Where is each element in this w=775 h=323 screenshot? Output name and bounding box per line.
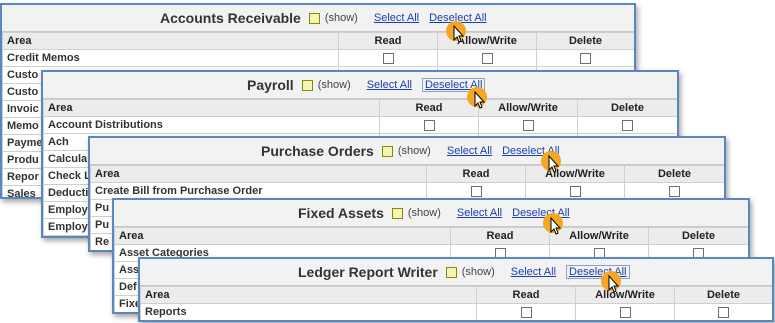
permissions-table: Area Read Allow/Write Delete Reports: [140, 286, 772, 320]
panel-header: Accounts Receivable (show) Select All De…: [2, 5, 634, 32]
read-cell: [338, 49, 438, 67]
panel-header: Purchase Orders (show) Select All Desele…: [90, 138, 724, 165]
table-row: Account Distributions: [43, 116, 677, 134]
read-checkbox[interactable]: [382, 52, 394, 64]
panel-toggle-checkbox[interactable]: [308, 12, 320, 24]
table-row: Create Bill from Purchase Order: [90, 182, 724, 200]
panel-title: Ledger Report Writer: [298, 264, 438, 280]
column-header-read: Read: [450, 227, 550, 245]
column-header-area: Area: [2, 32, 339, 50]
write-cell: [525, 182, 625, 200]
panel-title: Accounts Receivable: [160, 10, 301, 26]
area-label: Reports: [140, 303, 477, 320]
column-header-delete: Delete: [624, 165, 724, 183]
column-header-write: Allow/Write: [525, 165, 625, 183]
table-row: Credit Memos: [2, 49, 634, 67]
column-header-write: Allow/Write: [575, 286, 675, 304]
panel-header: Ledger Report Writer (show) Select All D…: [140, 259, 772, 286]
column-header-write: Allow/Write: [478, 99, 578, 117]
show-toggle[interactable]: (show): [462, 266, 495, 278]
write-checkbox[interactable]: [569, 185, 581, 197]
delete-cell: [536, 49, 634, 67]
select-all-link[interactable]: Select All: [511, 266, 556, 278]
column-header-delete: Delete: [536, 32, 634, 50]
deselect-all-link[interactable]: Deselect All: [502, 145, 559, 157]
delete-cell: [624, 182, 724, 200]
panel-toggle-checkbox[interactable]: [301, 79, 313, 91]
read-cell: [379, 116, 479, 134]
column-header-delete: Delete: [674, 286, 772, 304]
delete-checkbox[interactable]: [669, 185, 680, 197]
show-toggle[interactable]: (show): [325, 12, 358, 24]
column-header-read: Read: [338, 32, 438, 50]
select-all-link[interactable]: Select All: [367, 79, 412, 91]
delete-checkbox[interactable]: [580, 52, 591, 64]
delete-cell: [674, 303, 772, 320]
show-toggle[interactable]: (show): [408, 207, 441, 219]
write-checkbox[interactable]: [481, 52, 493, 64]
select-all-link[interactable]: Select All: [457, 207, 502, 219]
column-header-area: Area: [43, 99, 380, 117]
select-all-link[interactable]: Select All: [447, 145, 492, 157]
area-label: Account Distributions: [43, 116, 380, 134]
column-header-write: Allow/Write: [549, 227, 649, 245]
deselect-all-link[interactable]: Deselect All: [566, 265, 630, 279]
delete-checkbox[interactable]: [718, 306, 729, 318]
deselect-all-link[interactable]: Deselect All: [512, 207, 569, 219]
panel-header: Fixed Assets (show) Select All Deselect …: [114, 200, 748, 227]
column-header-read: Read: [379, 99, 479, 117]
write-cell: [575, 303, 675, 320]
column-header-read: Read: [476, 286, 576, 304]
panel-header: Payroll (show) Select All Deselect All: [43, 72, 677, 99]
show-toggle[interactable]: (show): [318, 79, 351, 91]
delete-cell: [577, 116, 677, 134]
panel-title: Fixed Assets: [298, 205, 384, 221]
column-header-delete: Delete: [648, 227, 748, 245]
read-checkbox[interactable]: [423, 119, 435, 131]
area-label: Create Bill from Purchase Order: [90, 182, 427, 200]
column-header-area: Area: [140, 286, 477, 304]
area-label: Credit Memos: [2, 49, 339, 67]
deselect-all-link[interactable]: Deselect All: [429, 12, 486, 24]
panel-ledger-report-writer: Ledger Report Writer (show) Select All D…: [138, 257, 774, 322]
table-row: Reports: [140, 303, 772, 320]
delete-checkbox[interactable]: [622, 119, 633, 131]
read-checkbox[interactable]: [470, 185, 482, 197]
write-cell: [437, 49, 537, 67]
write-checkbox[interactable]: [522, 119, 534, 131]
write-cell: [478, 116, 578, 134]
write-checkbox[interactable]: [619, 306, 631, 318]
read-checkbox[interactable]: [520, 306, 532, 318]
column-header-read: Read: [426, 165, 526, 183]
panel-title: Purchase Orders: [261, 143, 374, 159]
column-header-delete: Delete: [577, 99, 677, 117]
panel-title: Payroll: [247, 77, 294, 93]
column-header-area: Area: [90, 165, 427, 183]
panel-toggle-checkbox[interactable]: [391, 207, 403, 219]
column-header-write: Allow/Write: [437, 32, 537, 50]
panel-toggle-checkbox[interactable]: [381, 145, 393, 157]
read-cell: [426, 182, 526, 200]
read-cell: [476, 303, 576, 320]
deselect-all-link[interactable]: Deselect All: [421, 78, 486, 92]
column-header-area: Area: [114, 227, 451, 245]
select-all-link[interactable]: Select All: [374, 12, 419, 24]
show-toggle[interactable]: (show): [398, 145, 431, 157]
panel-toggle-checkbox[interactable]: [445, 266, 457, 278]
